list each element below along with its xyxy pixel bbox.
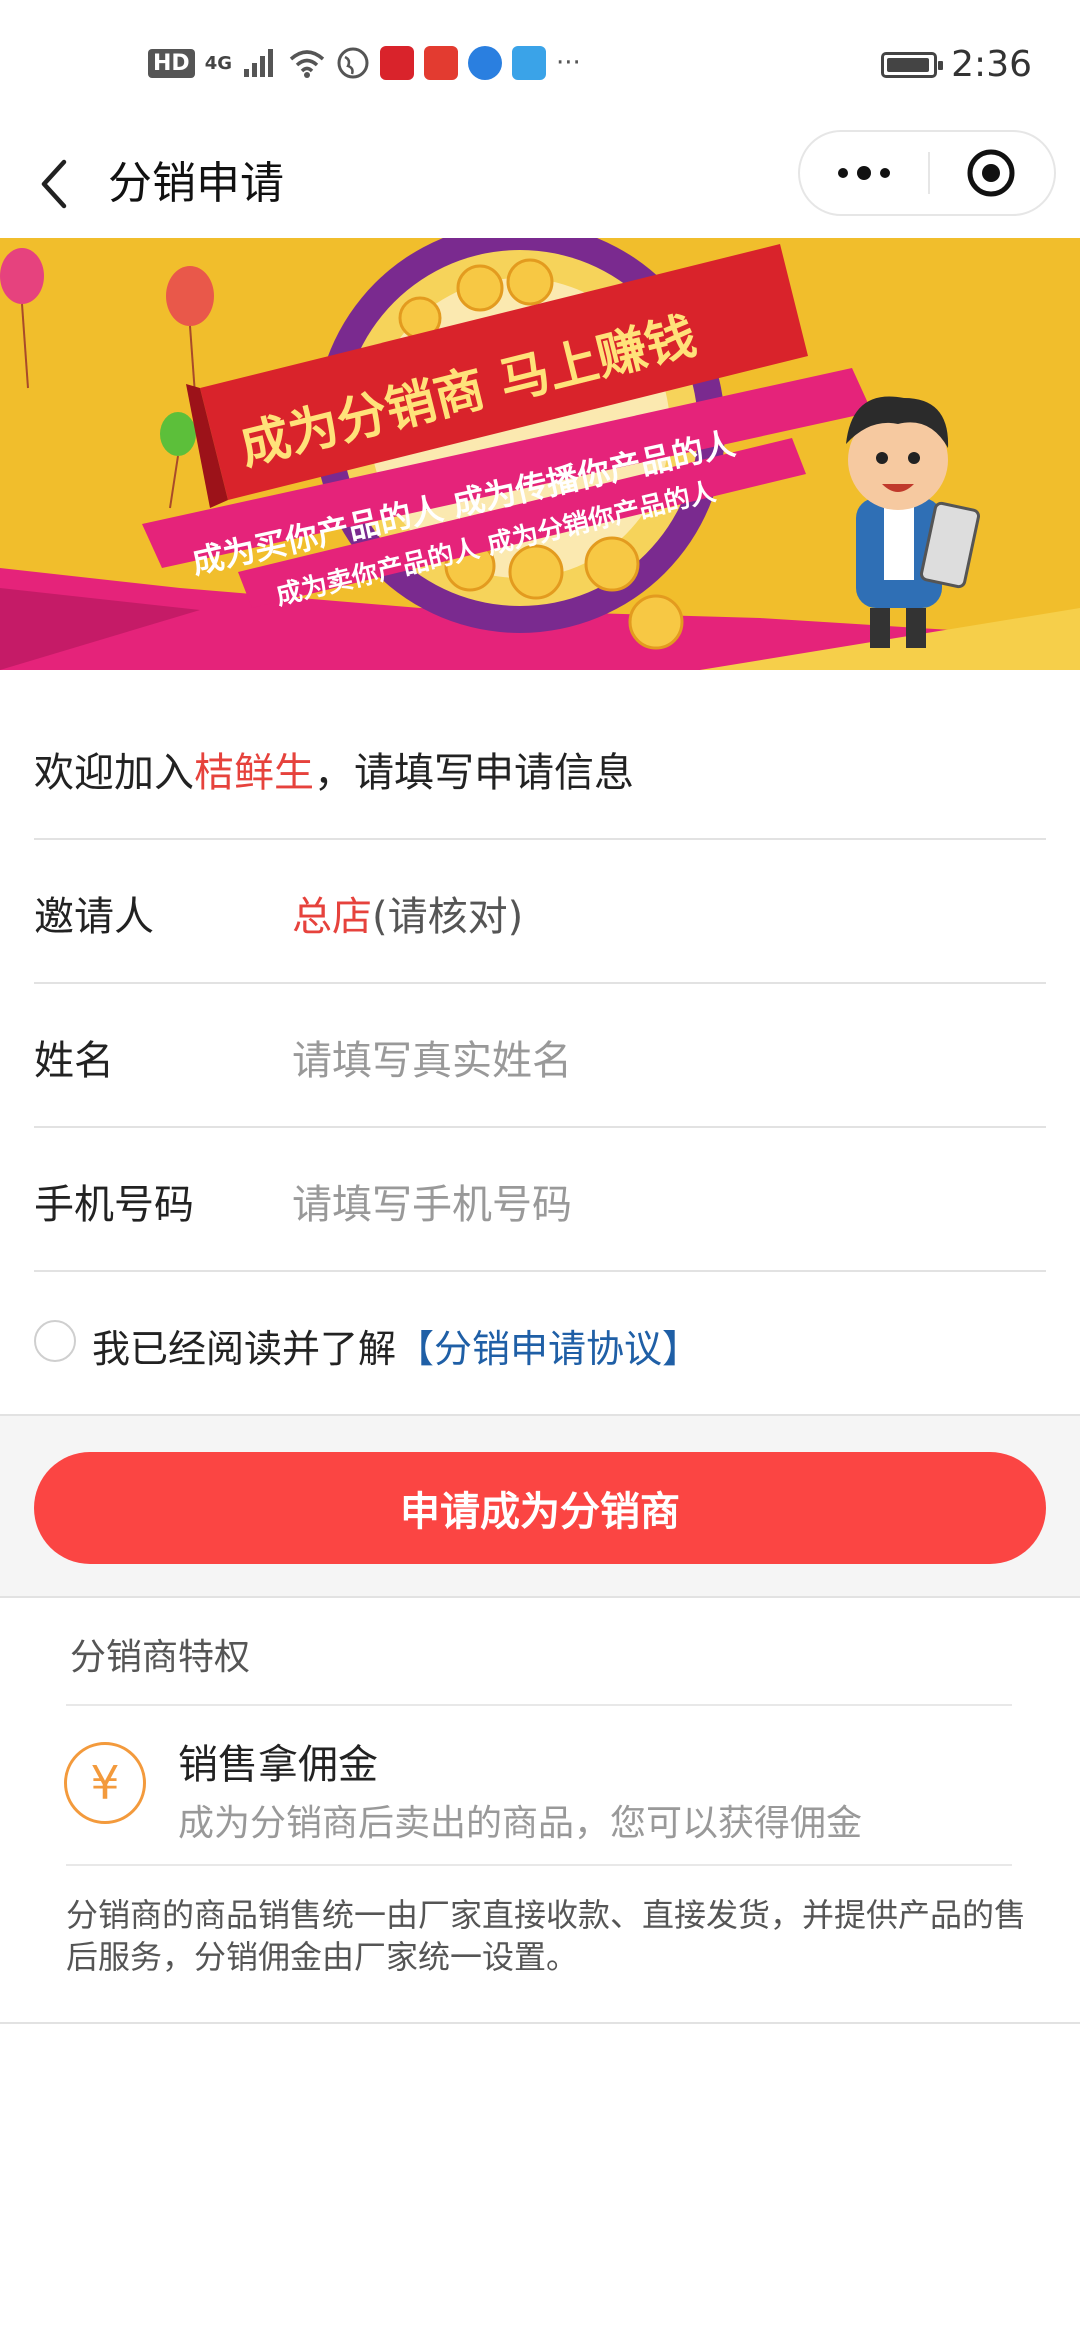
more-notifications-icon: ··· <box>556 48 581 78</box>
cartoon-man <box>846 396 981 648</box>
close-mini-program-button[interactable] <box>928 132 1054 214</box>
inviter-name: 总店 <box>292 894 372 940</box>
name-row: 姓名 请填写真实姓名 <box>34 982 1046 1128</box>
name-input[interactable]: 请填写真实姓名 <box>292 1028 572 1086</box>
inviter-value: 总店(请核对) <box>292 884 523 942</box>
balloons <box>0 248 214 509</box>
nav-bar: 分销申请 <box>0 130 1080 238</box>
page-title: 分销申请 <box>108 158 284 209</box>
back-icon[interactable] <box>34 156 74 212</box>
status-bar: HD 4G ··· 2:36 <box>0 0 1080 130</box>
agreement-link[interactable]: 【分销申请协议】 <box>396 1327 700 1371</box>
cloud-app-icon <box>512 46 546 80</box>
phone-label: 手机号码 <box>34 1182 194 1228</box>
phone-row: 手机号码 请填写手机号码 <box>34 1126 1046 1272</box>
apply-distributor-button[interactable]: 申请成为分销商 <box>34 1452 1046 1564</box>
agreement-text: 我已经阅读并了解【分销申请协议】 <box>92 1318 700 1373</box>
status-icons-left: HD 4G ··· <box>148 46 581 80</box>
qq-app-icon <box>468 46 502 80</box>
battery-icon <box>881 51 944 78</box>
netease-app-icon <box>380 46 414 80</box>
name-label: 姓名 <box>34 1038 114 1084</box>
inviter-label: 邀请人 <box>34 894 154 940</box>
welcome-message: 欢迎加入桔鲜生，请填写申请信息 <box>34 740 634 798</box>
brand-name: 桔鲜生 <box>194 750 314 796</box>
privileges-section: 分销商特权 ¥ 销售拿佣金 成为分销商后卖出的商品，您可以获得佣金 分销商的商品… <box>0 1598 1080 2024</box>
yen-icon: ¥ <box>64 1742 146 1824</box>
privileges-note: 分销商的商品销售统一由厂家直接收款、直接发货，并提供产品的售后服务，分销佣金由厂… <box>66 1896 1027 1976</box>
more-dots-icon <box>838 166 890 180</box>
target-icon <box>967 149 1015 197</box>
mini-program-capsule <box>798 130 1056 216</box>
hd-badge: HD <box>148 48 195 78</box>
submit-area: 申请成为分销商 <box>0 1414 1080 1598</box>
signal-icon <box>244 49 273 77</box>
divider <box>66 1864 1012 1866</box>
inviter-note: (请核对) <box>372 894 524 940</box>
agreement-checkbox[interactable] <box>34 1320 76 1362</box>
welcome-suffix: ，请填写申请信息 <box>314 750 634 796</box>
promo-banner: 成为分销商 马上赚钱 成为买你产品的人 成为传播你产品的人 成为卖你产品的人 成… <box>0 238 1080 670</box>
more-menu-button[interactable] <box>800 132 928 214</box>
wifi-icon <box>289 50 325 78</box>
phone-input[interactable]: 请填写手机号码 <box>292 1172 572 1230</box>
welcome-prefix: 欢迎加入 <box>34 750 194 796</box>
globe-icon <box>337 47 369 79</box>
divider <box>66 1704 1012 1706</box>
privilege-item-title: 销售拿佣金 <box>178 1742 378 1788</box>
agreement-row: 我已经阅读并了解【分销申请协议】 <box>34 1270 1046 1414</box>
network-label: 4G <box>204 52 232 74</box>
banner-illustration <box>0 238 1080 670</box>
toutiao-app-icon <box>424 46 458 80</box>
inviter-row: 邀请人 总店(请核对) <box>34 838 1046 984</box>
agreement-label: 我已经阅读并了解 <box>92 1327 397 1371</box>
status-icons-right: 2:36 <box>881 44 1032 85</box>
privilege-item-desc: 成为分销商后卖出的商品，您可以获得佣金 <box>178 1803 863 1844</box>
privileges-title: 分销商特权 <box>70 1637 251 1678</box>
clock: 2:36 <box>951 44 1032 85</box>
